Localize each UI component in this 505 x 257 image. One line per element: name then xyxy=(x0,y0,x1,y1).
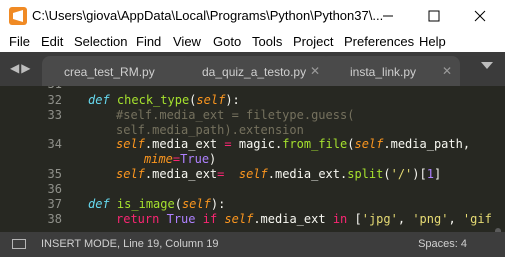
menu-preferences[interactable]: Preferences xyxy=(344,34,414,49)
tab-da-quiz-a-testo[interactable]: da_quiz_a_testo.py ✕ xyxy=(182,56,332,86)
code-line-35: self.media_ext= self.media_ext.split('/'… xyxy=(116,167,441,181)
paren: ): xyxy=(210,197,226,211)
keyword: if xyxy=(202,212,218,226)
code-text: .media_ext xyxy=(144,137,225,151)
operator: = xyxy=(224,137,232,151)
indentation-setting[interactable]: Spaces: 4 xyxy=(418,238,467,250)
keyword: def xyxy=(88,93,110,107)
paren: ( xyxy=(383,167,391,181)
tab-menu-chevron-down-icon[interactable] xyxy=(481,62,493,69)
constant: True xyxy=(180,152,210,166)
tab-insta-link[interactable]: insta_link.py ✕ xyxy=(320,56,460,86)
bracket: [ xyxy=(354,212,362,226)
line-number: 32 xyxy=(47,93,62,107)
paren: ): xyxy=(225,93,240,107)
code-line-34: self.media_ext = magic.from_file(self.me… xyxy=(116,137,470,151)
tab-label: da_quiz_a_testo.py xyxy=(202,65,307,79)
string-literal: 'png' xyxy=(412,212,449,226)
kwarg-name: mime xyxy=(144,152,173,166)
code-text: ] xyxy=(433,167,442,181)
paren: ( xyxy=(174,197,182,211)
code-text: .media_ext. xyxy=(267,167,348,181)
code-text: magic. xyxy=(231,137,283,151)
constant: True xyxy=(166,212,196,226)
code-text: .media_ext xyxy=(144,167,218,181)
tab-crea-test-rm[interactable]: crea_test_RM.py ✕ xyxy=(42,56,194,86)
function-name: is_image xyxy=(116,197,175,211)
menu-project[interactable]: Project xyxy=(293,34,333,49)
line-number: 37 xyxy=(47,197,62,211)
menu-bar: File Edit Selection Find View Goto Tools… xyxy=(0,32,505,52)
panel-toggle-icon[interactable] xyxy=(12,239,26,249)
menu-selection[interactable]: Selection xyxy=(74,34,127,49)
menu-edit[interactable]: Edit xyxy=(41,34,63,49)
tab-close-icon[interactable]: ✕ xyxy=(442,64,452,78)
menu-view[interactable]: View xyxy=(173,34,201,49)
line-number: 31 xyxy=(0,86,62,91)
code-comment: #self.media_ext = filetype.guess( xyxy=(116,108,355,122)
line-number: 38 xyxy=(47,212,62,226)
keyword: in xyxy=(332,212,348,226)
function-call: split xyxy=(347,167,384,181)
tab-bar: ◀▶ crea_test_RM.py ✕ da_quiz_a_testo.py … xyxy=(0,52,505,86)
string-literal: 'gif xyxy=(462,212,492,226)
minimize-icon xyxy=(383,15,393,17)
menu-goto[interactable]: Goto xyxy=(213,34,241,49)
status-bar: INSERT MODE, Line 19, Column 19 Spaces: … xyxy=(0,232,505,257)
menu-find[interactable]: Find xyxy=(136,34,161,49)
maximize-icon xyxy=(428,10,440,22)
string-literal: '/' xyxy=(390,167,413,181)
menu-tools[interactable]: Tools xyxy=(252,34,282,49)
self-ref: self xyxy=(116,167,145,181)
number-literal: 1 xyxy=(426,167,434,181)
code-line-37: def is_image(self): xyxy=(88,197,225,211)
line-number: 33 xyxy=(47,108,62,122)
code-line-32: def check_type(self): xyxy=(88,93,240,107)
operator: = xyxy=(217,167,225,181)
code-text: , xyxy=(397,212,413,226)
line-number: 36 xyxy=(47,182,62,196)
code-editor[interactable]: 31 32 33 34 35 36 37 38 def check_type(s… xyxy=(0,86,505,232)
self-ref: self xyxy=(354,137,384,151)
self-ref: self xyxy=(116,137,145,151)
title-bar: C:\Users\giova\AppData\Local\Programs\Py… xyxy=(0,0,505,32)
code-comment: self.media_path).extension xyxy=(116,123,304,137)
menu-help[interactable]: Help xyxy=(419,34,446,49)
line-number: 34 xyxy=(47,137,62,151)
tab-label: crea_test_RM.py xyxy=(64,65,155,79)
self-param: self xyxy=(196,93,226,107)
code-text: )[ xyxy=(412,167,427,181)
function-call: from_file xyxy=(282,137,348,151)
close-button[interactable] xyxy=(457,0,503,32)
tab-close-icon[interactable]: ✕ xyxy=(310,64,320,78)
self-ref: self xyxy=(224,212,254,226)
status-mode: INSERT MODE, Line 19, Column 19 xyxy=(41,238,219,250)
self-param: self xyxy=(181,197,211,211)
menu-file[interactable]: File xyxy=(9,34,30,49)
code-text: .media_ext xyxy=(253,212,326,226)
string-literal: 'jpg' xyxy=(361,212,398,226)
code-text: , xyxy=(448,212,463,226)
minimize-button[interactable] xyxy=(365,0,411,32)
keyword: return xyxy=(116,212,160,226)
paren: ) xyxy=(209,152,217,166)
code-text: .media_path, xyxy=(383,137,471,151)
sublime-text-icon xyxy=(9,7,27,25)
tab-label: insta_link.py xyxy=(350,65,417,79)
close-icon xyxy=(474,10,486,22)
tab-nav-arrows-icon[interactable]: ◀▶ xyxy=(10,61,32,75)
self-ref: self xyxy=(238,167,268,181)
function-name: check_type xyxy=(116,93,190,107)
code-line-34-cont: mime=True) xyxy=(144,152,216,166)
keyword: def xyxy=(88,197,110,211)
line-number: 35 xyxy=(47,167,62,181)
window-title: C:\Users\giova\AppData\Local\Programs\Py… xyxy=(32,8,384,23)
maximize-button[interactable] xyxy=(411,0,457,32)
code-line-38: return True if self.media_ext in ['jpg',… xyxy=(116,212,492,226)
